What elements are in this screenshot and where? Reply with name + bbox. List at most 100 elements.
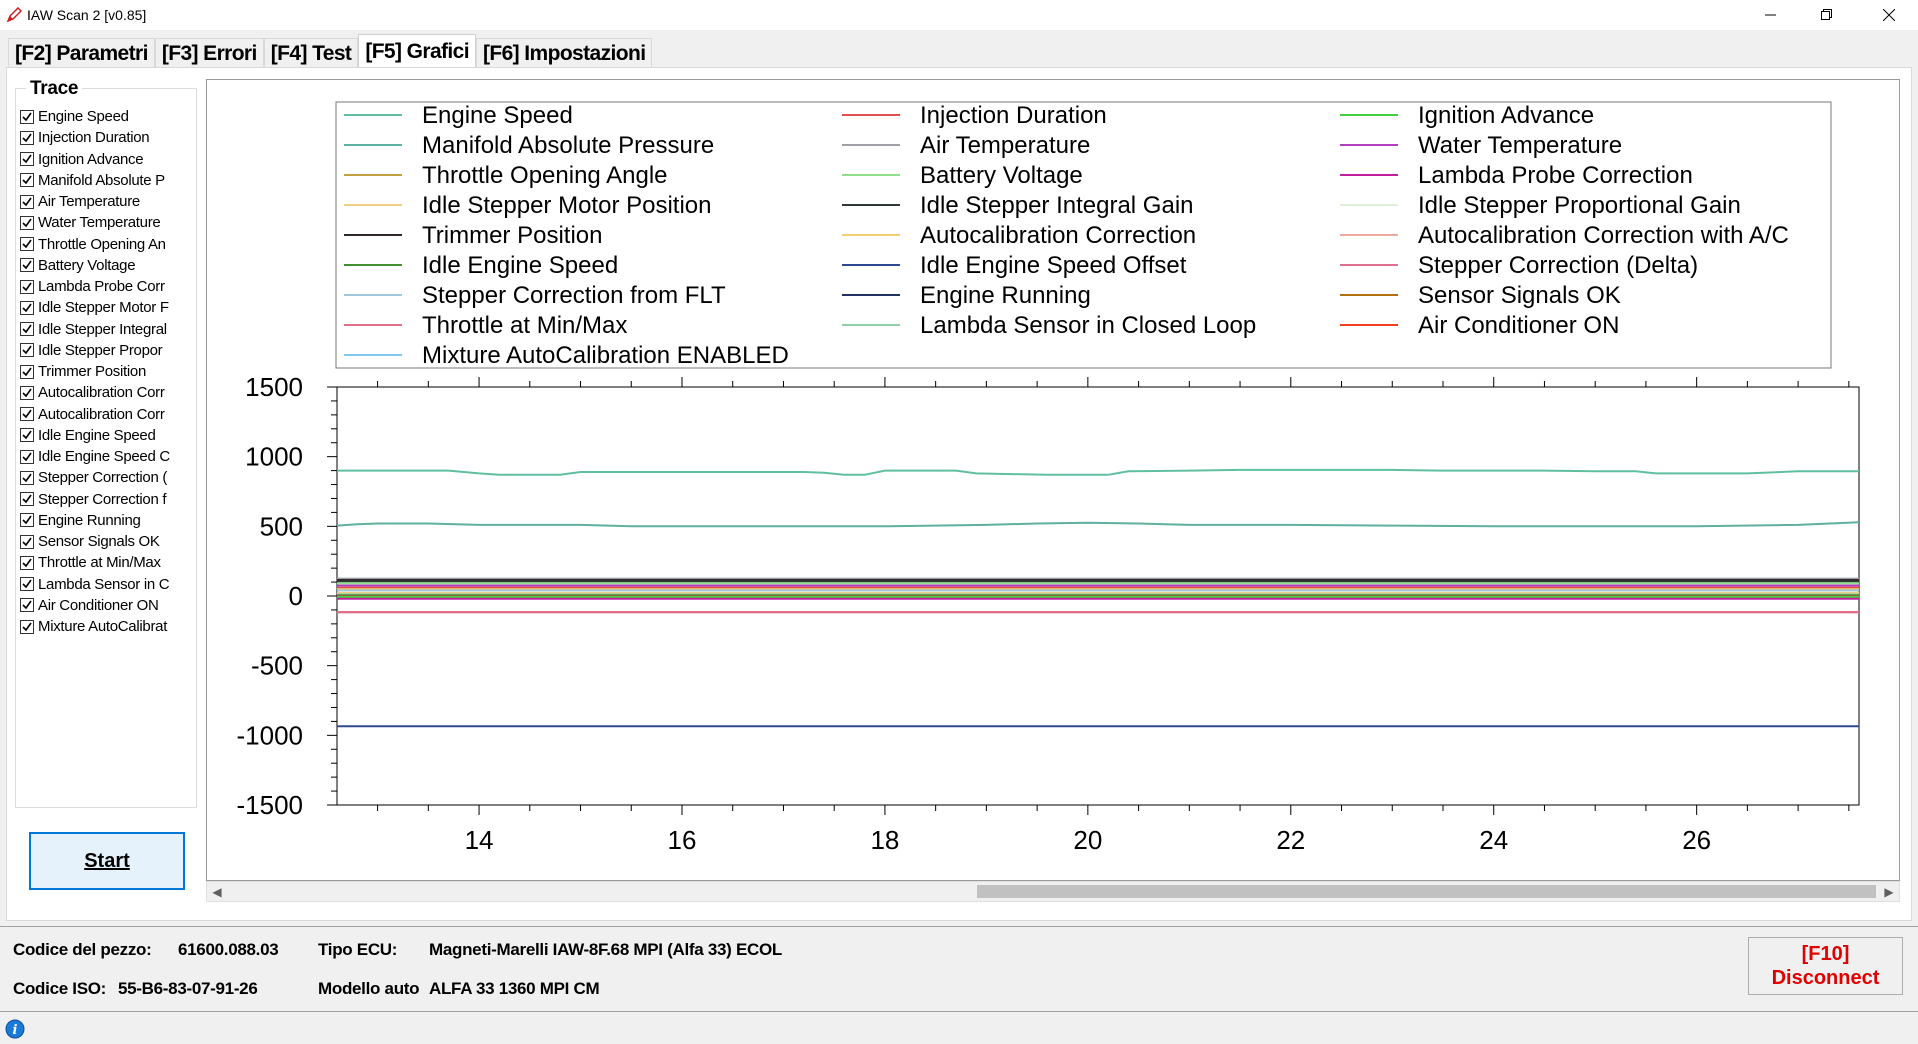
trace-item[interactable]: Manifold Absolute P: [20, 170, 196, 191]
part-code-value: 61600.088.03: [178, 940, 279, 959]
trace-item[interactable]: Sensor Signals OK: [20, 531, 196, 552]
trace-checkbox[interactable]: [20, 534, 34, 549]
trace-item[interactable]: Ignition Advance: [20, 149, 196, 170]
trace-label: Throttle at Min/Max: [38, 554, 161, 572]
chart-horizontal-scrollbar[interactable]: ◀ ▶: [206, 881, 1900, 902]
legend-entry: Mixture AutoCalibration ENABLED: [422, 342, 789, 369]
trace-label: Autocalibration Corr: [38, 384, 165, 402]
trace-checkbox[interactable]: [20, 215, 34, 230]
trace-checkbox[interactable]: [20, 300, 34, 315]
trace-label: Throttle Opening An: [38, 235, 166, 253]
checkmark-icon: [22, 197, 32, 206]
trace-checkbox[interactable]: [20, 577, 34, 592]
trace-item[interactable]: Injection Duration: [20, 127, 196, 148]
tab-test[interactable]: [F4] Test: [263, 38, 359, 68]
car-model-label: Modello auto: [318, 979, 420, 998]
minimize-icon: [1765, 14, 1776, 16]
trace-item[interactable]: Stepper Correction (: [20, 467, 196, 488]
trace-label: Idle Stepper Motor F: [38, 299, 169, 317]
start-button[interactable]: Start: [29, 832, 185, 890]
trace-checkbox[interactable]: [20, 364, 34, 379]
trace-checkbox[interactable]: [20, 407, 34, 422]
trace-item[interactable]: Battery Voltage: [20, 255, 196, 276]
tab-grafici[interactable]: [F5] Grafici: [358, 34, 476, 68]
trace-checkbox[interactable]: [20, 555, 34, 570]
tab-parametri[interactable]: [F2] Parametri: [8, 38, 155, 68]
trace-checkbox[interactable]: [20, 194, 34, 209]
trace-item[interactable]: Idle Engine Speed C: [20, 446, 196, 467]
trace-checkbox[interactable]: [20, 428, 34, 443]
trace-item[interactable]: Lambda Probe Corr: [20, 276, 196, 297]
legend-entry: Throttle at Min/Max: [422, 312, 627, 339]
trace-item[interactable]: Air Conditioner ON: [20, 595, 196, 616]
trace-label: Idle Engine Speed: [38, 426, 156, 444]
scroll-left-arrow-icon[interactable]: ◀: [207, 882, 227, 902]
trace-checkbox[interactable]: [20, 279, 34, 294]
scroll-right-arrow-icon[interactable]: ▶: [1879, 882, 1899, 902]
trace-item[interactable]: Engine Running: [20, 510, 196, 531]
trace-checkbox[interactable]: [20, 343, 34, 358]
trace-checkbox[interactable]: [20, 130, 34, 145]
trace-checkbox[interactable]: [20, 258, 34, 273]
x-tick-label: 16: [668, 825, 697, 855]
checkmark-icon: [22, 579, 32, 589]
trace-checkbox[interactable]: [20, 173, 34, 188]
trace-checkbox[interactable]: [20, 385, 34, 400]
ecu-type-label: Tipo ECU:: [318, 940, 398, 959]
legend-entry: Stepper Correction from FLT: [422, 282, 726, 309]
trace-checkbox[interactable]: [20, 449, 34, 464]
trace-item[interactable]: Lambda Sensor in C: [20, 574, 196, 595]
trace-checkbox[interactable]: [20, 619, 34, 634]
disconnect-label: Disconnect: [1771, 967, 1880, 989]
disconnect-button[interactable]: [F10] Disconnect: [1748, 937, 1903, 995]
trace-item[interactable]: Idle Engine Speed: [20, 425, 196, 446]
trace-item[interactable]: Idle Stepper Integral: [20, 319, 196, 340]
window-title: IAW Scan 2 [v0.85]: [27, 7, 147, 23]
y-tick-label: 1500: [245, 372, 303, 402]
trace-label: Ignition Advance: [38, 150, 144, 168]
tab-errori[interactable]: [F3] Errori: [154, 38, 264, 68]
trace-item[interactable]: Stepper Correction f: [20, 489, 196, 510]
trace-item[interactable]: Throttle Opening An: [20, 234, 196, 255]
trace-item[interactable]: Throttle at Min/Max: [20, 552, 196, 573]
trace-checkbox[interactable]: [20, 470, 34, 485]
trace-item[interactable]: Engine Speed: [20, 106, 196, 127]
x-tick-label: 14: [465, 825, 494, 855]
minimize-button[interactable]: [1748, 0, 1794, 30]
y-tick-label: -1500: [237, 790, 304, 820]
trace-label: Idle Stepper Propor: [38, 341, 163, 359]
trace-item[interactable]: Water Temperature: [20, 212, 196, 233]
y-tick-label: -500: [251, 651, 303, 681]
scroll-thumb[interactable]: [977, 885, 1876, 898]
close-button[interactable]: [1866, 0, 1912, 30]
trace-label: Engine Speed: [38, 108, 129, 126]
trace-item[interactable]: Mixture AutoCalibrat: [20, 616, 196, 637]
checkmark-icon: [22, 537, 32, 546]
trace-item[interactable]: Air Temperature: [20, 191, 196, 212]
trace-label: Water Temperature: [38, 214, 161, 232]
iso-code-value: 55-B6-83-07-91-26: [118, 979, 258, 998]
trace-item[interactable]: Trimmer Position: [20, 361, 196, 382]
restore-button[interactable]: [1804, 0, 1850, 30]
trace-item[interactable]: Autocalibration Corr: [20, 404, 196, 425]
info-icon[interactable]: i: [5, 1019, 25, 1039]
trace-checkbox[interactable]: [20, 237, 34, 252]
x-tick-label: 26: [1682, 825, 1711, 855]
checkmark-icon: [22, 112, 32, 121]
trace-checkbox[interactable]: [20, 598, 34, 613]
legend-entry: Autocalibration Correction with A/C: [1418, 222, 1789, 249]
trace-item[interactable]: Idle Stepper Motor F: [20, 297, 196, 318]
trace-checkbox[interactable]: [20, 513, 34, 528]
app-window: IAW Scan 2 [v0.85] [F2] Parametri [F3] E…: [0, 0, 1918, 1044]
trace-checkbox[interactable]: [20, 109, 34, 124]
chart: Engine Speed Injection Duration Ignition A…: [237, 101, 1860, 855]
trace-checkbox[interactable]: [20, 152, 34, 167]
trace-item[interactable]: Autocalibration Corr: [20, 382, 196, 403]
trace-label: Mixture AutoCalibrat: [38, 618, 168, 636]
legend-entry: Lambda Sensor in Closed Loop: [920, 312, 1256, 339]
trace-checkbox[interactable]: [20, 492, 34, 507]
trace-item[interactable]: Idle Stepper Propor: [20, 340, 196, 361]
tab-impostazioni[interactable]: [F6] Impostazioni: [475, 38, 653, 68]
checkmark-icon: [22, 515, 32, 525]
trace-checkbox[interactable]: [20, 322, 34, 337]
